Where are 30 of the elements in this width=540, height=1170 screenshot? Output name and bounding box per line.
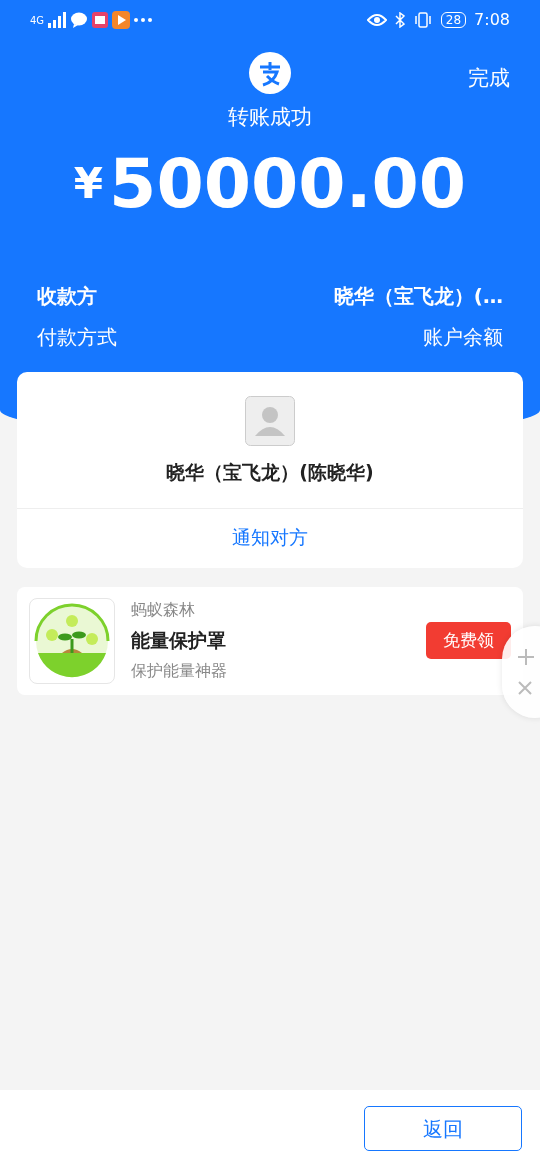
done-button[interactable]: 完成 <box>462 62 516 96</box>
summary-label: 收款方 <box>37 283 97 310</box>
eye-icon <box>366 13 387 27</box>
promo-title: 能量保护罩 <box>131 628 227 654</box>
bluetooth-icon <box>394 12 405 28</box>
avatar-icon <box>245 395 295 446</box>
claim-button[interactable]: 免费领 <box>426 621 511 660</box>
play-icon <box>112 11 131 29</box>
chat-bubble-icon <box>70 12 89 28</box>
back-button[interactable]: 返回 <box>364 1106 522 1151</box>
transfer-amount: 50000.00 <box>109 149 467 218</box>
notify-button[interactable]: 通知对方 <box>17 508 523 568</box>
vibrate-icon <box>412 12 433 28</box>
status-title: 转账成功 <box>228 104 312 131</box>
promo-brand: 蚂蚁森林 <box>131 599 196 622</box>
battery-level: 28 <box>440 12 467 28</box>
payee-name: 晓华（宝飞龙）(陈晓华) <box>166 459 374 485</box>
plus-icon <box>518 649 534 665</box>
currency-symbol: ¥ <box>73 158 104 210</box>
promo-subtitle: 保护能量神器 <box>131 659 227 682</box>
network-label: 4G <box>30 13 45 28</box>
more-icon <box>134 18 153 22</box>
close-icon <box>518 681 532 695</box>
signal-icon <box>48 12 67 28</box>
pay-logo-icon <box>249 52 291 94</box>
summary-value: 晓华（宝飞龙）(… <box>333 283 503 310</box>
book-icon <box>92 12 109 28</box>
summary-label: 付款方式 <box>37 324 117 351</box>
clock: 7:08 <box>474 9 510 31</box>
summary-value: 账户余额 <box>423 324 503 351</box>
